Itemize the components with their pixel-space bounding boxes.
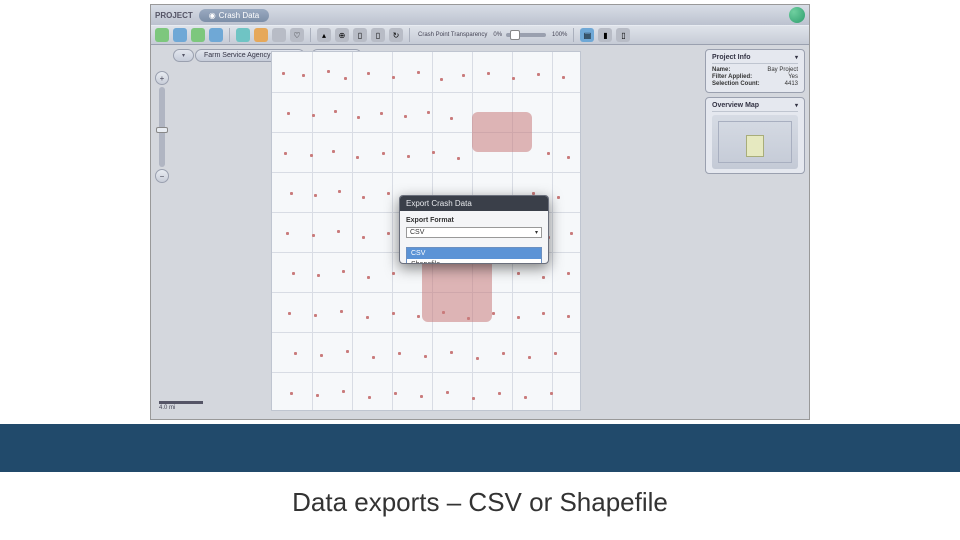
dialog-title: Export Crash Data bbox=[400, 196, 548, 211]
name-label: Name: bbox=[712, 67, 730, 73]
export-format-selected: CSV bbox=[410, 229, 424, 236]
export-format-dropdown: CSV Shapefile bbox=[406, 247, 542, 264]
globe-icon: ◉ bbox=[209, 11, 216, 20]
toolbar-separator bbox=[573, 28, 574, 42]
count-label: Selection Count: bbox=[712, 81, 760, 87]
app-window: PROJECT ◉ Crash Data ♡ ▴ ⊕ ▯ ▯ ↻ Crash P bbox=[150, 4, 810, 420]
chart-button[interactable]: ▮ bbox=[598, 28, 612, 42]
export-format-select[interactable]: CSV ▾ bbox=[406, 227, 542, 238]
open-button[interactable] bbox=[173, 28, 187, 42]
identify-button[interactable] bbox=[272, 28, 286, 42]
save-button[interactable] bbox=[191, 28, 205, 42]
pointer-button[interactable]: ▴ bbox=[317, 28, 331, 42]
export-button[interactable] bbox=[209, 28, 223, 42]
zoom-slider[interactable] bbox=[159, 87, 165, 167]
pane2-button[interactable]: ▯ bbox=[371, 28, 385, 42]
zoom-in-button[interactable]: + bbox=[155, 71, 169, 85]
tab-label: Crash Data bbox=[219, 11, 259, 20]
pan-button[interactable]: ⊕ bbox=[335, 28, 349, 42]
dialog-body: Export Format CSV ▾ CSV Shapefile bbox=[400, 211, 548, 263]
count-value: 4413 bbox=[785, 81, 798, 87]
side-panel: Project Info ▾ Name: Bay Project Filter A… bbox=[705, 49, 805, 174]
filter-button[interactable] bbox=[254, 28, 268, 42]
layers-button[interactable] bbox=[236, 28, 250, 42]
heart-icon[interactable]: ♡ bbox=[290, 28, 304, 42]
toolbar-separator bbox=[229, 28, 230, 42]
toolbar-separator bbox=[310, 28, 311, 42]
scale-bar: 4.0 mi bbox=[159, 401, 203, 411]
zoom-handle[interactable] bbox=[156, 127, 168, 133]
transparency-label: Crash Point Transparency bbox=[418, 32, 487, 38]
overview-title: Overview Map bbox=[712, 102, 759, 109]
project-info-title: Project Info bbox=[712, 54, 751, 61]
zoom-control: + − bbox=[155, 71, 169, 191]
app-logo-icon bbox=[789, 7, 805, 23]
overview-extent-icon bbox=[746, 135, 764, 157]
caption-band bbox=[0, 424, 960, 472]
zoom-out-button[interactable]: − bbox=[155, 169, 169, 183]
tab-crash-data[interactable]: ◉ Crash Data bbox=[199, 9, 269, 22]
pane1-button[interactable]: ▯ bbox=[353, 28, 367, 42]
titlebar: PROJECT ◉ Crash Data bbox=[151, 5, 809, 25]
refresh-button[interactable]: ↻ bbox=[389, 28, 403, 42]
chevron-down-icon: ▾ bbox=[182, 52, 185, 59]
name-value: Bay Project bbox=[767, 67, 798, 73]
project-label: PROJECT bbox=[155, 11, 193, 20]
export-dialog: Export Crash Data Export Format CSV ▾ CS… bbox=[399, 195, 549, 264]
table-button[interactable]: ▤ bbox=[580, 28, 594, 42]
filter-label: Filter Applied: bbox=[712, 74, 752, 80]
basemap-chevron-pill[interactable]: ▾ bbox=[173, 49, 194, 62]
toolbar: ♡ ▴ ⊕ ▯ ▯ ↻ Crash Point Transparency 0% … bbox=[151, 25, 809, 45]
collapse-icon[interactable]: ▾ bbox=[795, 102, 798, 109]
collapse-icon[interactable]: ▾ bbox=[795, 54, 798, 61]
filter-value: Yes bbox=[788, 74, 798, 80]
caption-text: Data exports – CSV or Shapefile bbox=[292, 487, 668, 518]
toolbar-separator bbox=[409, 28, 410, 42]
overview-panel: Overview Map ▾ bbox=[705, 97, 805, 174]
option-csv[interactable]: CSV bbox=[407, 248, 541, 259]
option-shapefile[interactable]: Shapefile bbox=[407, 259, 541, 264]
transparency-slider[interactable] bbox=[506, 33, 546, 37]
report-button[interactable]: ▯ bbox=[616, 28, 630, 42]
overview-minimap[interactable] bbox=[712, 115, 798, 169]
transparency-value: 0% bbox=[493, 32, 502, 38]
chevron-down-icon: ▾ bbox=[535, 229, 538, 236]
export-format-label: Export Format bbox=[406, 217, 542, 224]
project-info-panel: Project Info ▾ Name: Bay Project Filter A… bbox=[705, 49, 805, 93]
new-button[interactable] bbox=[155, 28, 169, 42]
zoom-pct: 100% bbox=[552, 32, 567, 38]
slide-caption: Data exports – CSV or Shapefile bbox=[170, 478, 790, 526]
scale-label: 4.0 mi bbox=[159, 405, 175, 411]
